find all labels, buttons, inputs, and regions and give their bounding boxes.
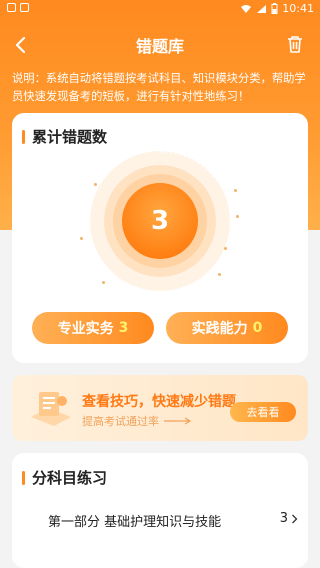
banner-subtitle-text: 提高考试通过率	[82, 415, 159, 428]
decor-dot	[224, 247, 227, 250]
page-title: 错题库	[135, 37, 184, 56]
total-wrong-count: 3	[150, 206, 170, 236]
pill-label: 实践能力	[191, 321, 248, 337]
decor-dot	[102, 281, 105, 284]
tips-banner[interactable]: 查看技巧，快速减少错题 提高考试通过率 去看看	[12, 375, 308, 441]
trash-icon[interactable]	[286, 34, 304, 54]
wrong-count-ring: 3	[86, 147, 234, 295]
status-bar: 10:41	[0, 0, 320, 18]
subjects-card: 分科目练习 第一部分 基础护理知识与技能 3	[12, 453, 308, 568]
banner-go-button[interactable]: 去看看	[230, 402, 296, 422]
battery-icon	[271, 3, 278, 14]
subject-row-count-wrap: 3	[280, 511, 298, 526]
title-accent-bar	[22, 470, 25, 485]
subject-row[interactable]: 第一部分 基础护理知识与技能 3	[48, 511, 298, 530]
subjects-title: 分科目练习	[22, 467, 107, 488]
arrow-right-icon	[164, 417, 192, 425]
subject-row-label: 第一部分 基础护理知识与技能	[48, 515, 222, 530]
decor-dot	[80, 237, 83, 240]
wifi-icon	[241, 4, 252, 13]
pill-label: 专业实务	[57, 321, 114, 337]
signal-icon	[257, 4, 267, 13]
notification-icon	[7, 3, 16, 12]
subject-pill-professional[interactable]: 专业实务 3	[32, 312, 154, 344]
decor-dot	[218, 273, 221, 276]
decor-dot	[236, 215, 239, 218]
decor-dot	[94, 183, 97, 186]
tips-illustration	[31, 392, 71, 426]
banner-title: 查看技巧，快速减少错题	[82, 394, 236, 410]
summary-title-text: 累计错题数	[32, 128, 108, 146]
banner-subtitle: 提高考试通过率	[82, 413, 193, 429]
subject-row-count: 3	[279, 511, 288, 526]
chevron-right-icon	[292, 514, 298, 523]
pill-count: 0	[252, 320, 263, 336]
subject-pill-practice[interactable]: 实践能力 0	[166, 312, 288, 344]
description-text: 说明：系统自动将错题按考试科目、知识模块分类，帮助学员快速发现备考的短板，进行有…	[12, 72, 306, 103]
pill-count: 3	[118, 320, 129, 336]
top-bar: 错题库	[0, 24, 320, 64]
status-time: 10:41	[282, 2, 314, 15]
subjects-title-text: 分科目练习	[32, 469, 108, 487]
title-accent-bar	[22, 129, 25, 144]
notification-icon	[20, 3, 29, 12]
summary-title: 累计错题数	[22, 126, 107, 147]
decor-dot	[234, 189, 237, 192]
summary-card: 累计错题数 3 专业实务 3 实践能力 0	[12, 113, 308, 363]
